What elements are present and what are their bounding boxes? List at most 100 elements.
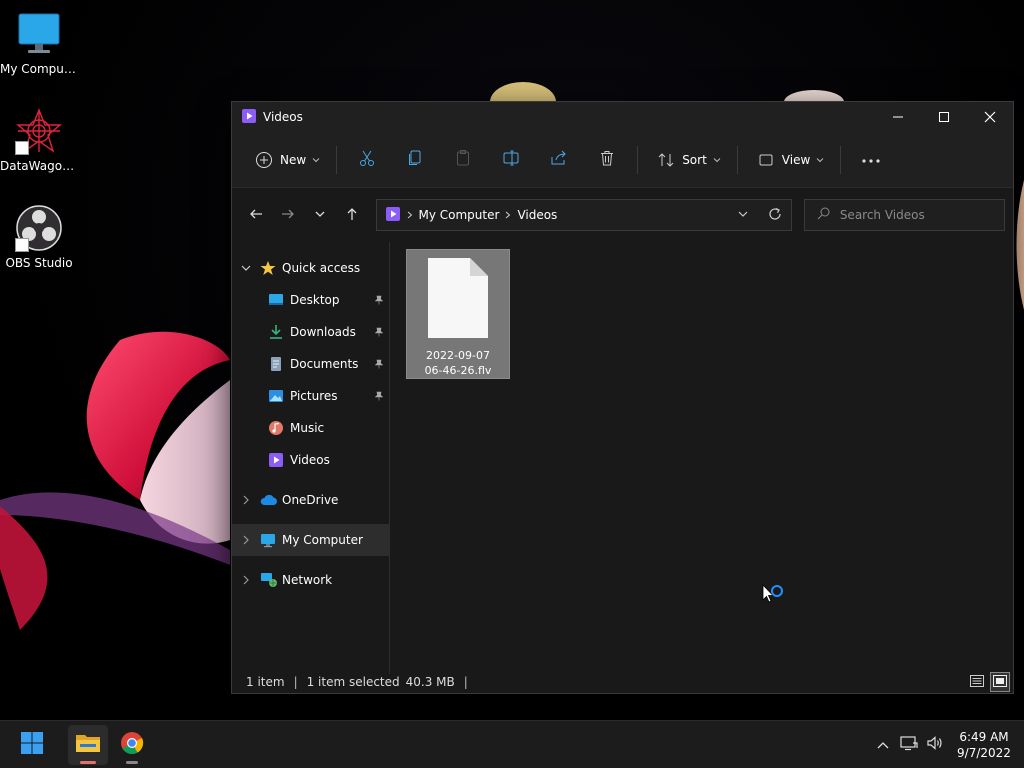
blank-file-icon	[427, 257, 489, 342]
sort-label: Sort	[682, 152, 707, 167]
command-bar: New Sort View	[232, 132, 1013, 188]
new-label: New	[280, 152, 307, 167]
nav-network[interactable]: Network	[232, 564, 389, 596]
selected-size: 40.3 MB	[405, 675, 455, 689]
show-hidden-icons-button[interactable]	[870, 738, 896, 752]
clock[interactable]: 6:49 AM 9/7/2022	[948, 729, 1020, 761]
nav-desktop[interactable]: Desktop	[232, 284, 389, 316]
forward-button[interactable]	[272, 199, 304, 231]
breadcrumb-my-computer[interactable]: My Computer	[419, 208, 500, 222]
maximize-button[interactable]	[921, 102, 967, 132]
view-button[interactable]: View	[744, 144, 834, 176]
search-icon	[817, 207, 830, 223]
sort-button[interactable]: Sort	[644, 144, 731, 176]
nav-music[interactable]: Music	[232, 412, 389, 444]
breadcrumb-videos[interactable]: Videos	[517, 208, 557, 222]
nav-label: Pictures	[290, 389, 338, 403]
desktop-icon-label: My Computer	[0, 62, 78, 76]
view-label: View	[781, 152, 811, 167]
minimize-button[interactable]	[875, 102, 921, 132]
close-button[interactable]	[967, 102, 1013, 132]
star-icon	[260, 260, 282, 276]
download-arrow-icon	[268, 324, 290, 340]
desktop-icon-my-computer[interactable]: My Computer	[0, 10, 78, 76]
nav-onedrive[interactable]: OneDrive	[232, 484, 389, 516]
large-icons-view-button[interactable]	[990, 672, 1010, 692]
network-status-button[interactable]	[896, 735, 922, 754]
chevron-down-icon[interactable]	[232, 263, 260, 273]
videos-folder-icon	[268, 452, 290, 468]
title-bar[interactable]: Videos	[232, 102, 1013, 132]
taskbar-chrome[interactable]	[112, 725, 152, 765]
chevron-right-icon[interactable]	[232, 575, 260, 585]
volume-button[interactable]	[922, 735, 948, 754]
nav-label: Documents	[290, 357, 359, 371]
chevron-down-icon	[312, 153, 320, 167]
more-options-button[interactable]	[847, 144, 895, 176]
cloud-icon	[260, 493, 282, 507]
ellipsis-icon	[861, 153, 881, 167]
copy-button[interactable]	[391, 144, 439, 176]
cut-button[interactable]	[343, 144, 391, 176]
shortcut-arrow-icon	[15, 238, 29, 252]
file-name-line2: 06-46-26.flv	[424, 364, 492, 377]
nav-label: Music	[290, 421, 325, 435]
file-list-area[interactable]: 2022-09-07 06-46-26.flv	[390, 242, 1013, 674]
address-history-button[interactable]	[727, 199, 759, 231]
taskbar: 6:49 AM 9/7/2022	[0, 720, 1024, 768]
file-item[interactable]: 2022-09-07 06-46-26.flv	[406, 249, 510, 379]
nav-pictures[interactable]: Pictures	[232, 380, 389, 412]
start-button[interactable]	[12, 725, 52, 765]
address-bar[interactable]: My Computer Videos	[375, 199, 792, 231]
music-note-icon	[268, 420, 290, 436]
arrow-right-icon	[281, 207, 295, 224]
scissors-icon	[358, 149, 376, 170]
chevron-right-icon[interactable]	[232, 495, 260, 505]
window-title: Videos	[263, 110, 303, 124]
new-button[interactable]: New	[242, 144, 330, 176]
selected-count: 1 item selected	[306, 675, 400, 689]
view-layout-icon	[754, 148, 778, 172]
navigation-pane: Quick access Desktop Downloads Documents…	[232, 242, 390, 674]
recent-locations-button[interactable]	[304, 199, 336, 231]
nav-label: My Computer	[282, 533, 363, 547]
nav-videos[interactable]: Videos	[232, 444, 389, 476]
wallpaper-bloom	[0, 331, 230, 630]
shortcut-arrow-icon	[15, 141, 29, 155]
chevron-down-icon	[315, 208, 325, 222]
nav-label: Quick access	[282, 261, 361, 275]
search-input[interactable]: Search Videos	[803, 199, 1006, 231]
rename-icon	[502, 149, 520, 170]
file-name-line1: 2022-09-07	[426, 349, 490, 362]
nav-my-computer[interactable]: My Computer	[232, 524, 389, 556]
rename-button[interactable]	[487, 144, 535, 176]
nav-documents[interactable]: Documents	[232, 348, 389, 380]
plus-circle-icon	[252, 148, 276, 172]
refresh-button[interactable]	[759, 199, 791, 231]
paste-button[interactable]	[439, 144, 487, 176]
nav-quick-access[interactable]: Quick access	[232, 252, 389, 284]
up-button[interactable]	[336, 199, 368, 231]
nav-label: Network	[282, 573, 333, 587]
speaker-icon	[926, 735, 944, 754]
share-icon	[550, 149, 568, 170]
taskbar-file-explorer[interactable]	[68, 724, 108, 765]
nav-downloads[interactable]: Downloads	[232, 316, 389, 348]
monitor-icon	[15, 10, 63, 58]
clock-date: 9/7/2022	[957, 745, 1011, 760]
windows-logo-icon	[20, 731, 44, 758]
delete-button[interactable]	[583, 144, 631, 176]
busy-cursor-icon	[762, 584, 783, 603]
toolbar-divider	[840, 145, 842, 174]
arrow-left-icon	[249, 207, 263, 224]
chevron-right-icon[interactable]	[232, 535, 260, 545]
details-view-button[interactable]	[967, 672, 987, 692]
desktop-icon-obs-studio[interactable]: OBS Studio	[0, 204, 78, 270]
back-button[interactable]	[240, 199, 272, 231]
toolbar-divider	[736, 145, 738, 174]
desktop-icon-datawagon[interactable]: DataWagon...	[0, 107, 78, 173]
nav-label: Downloads	[290, 325, 356, 339]
nav-label: OneDrive	[282, 493, 339, 507]
share-button[interactable]	[535, 144, 583, 176]
folder-icon	[75, 732, 101, 757]
